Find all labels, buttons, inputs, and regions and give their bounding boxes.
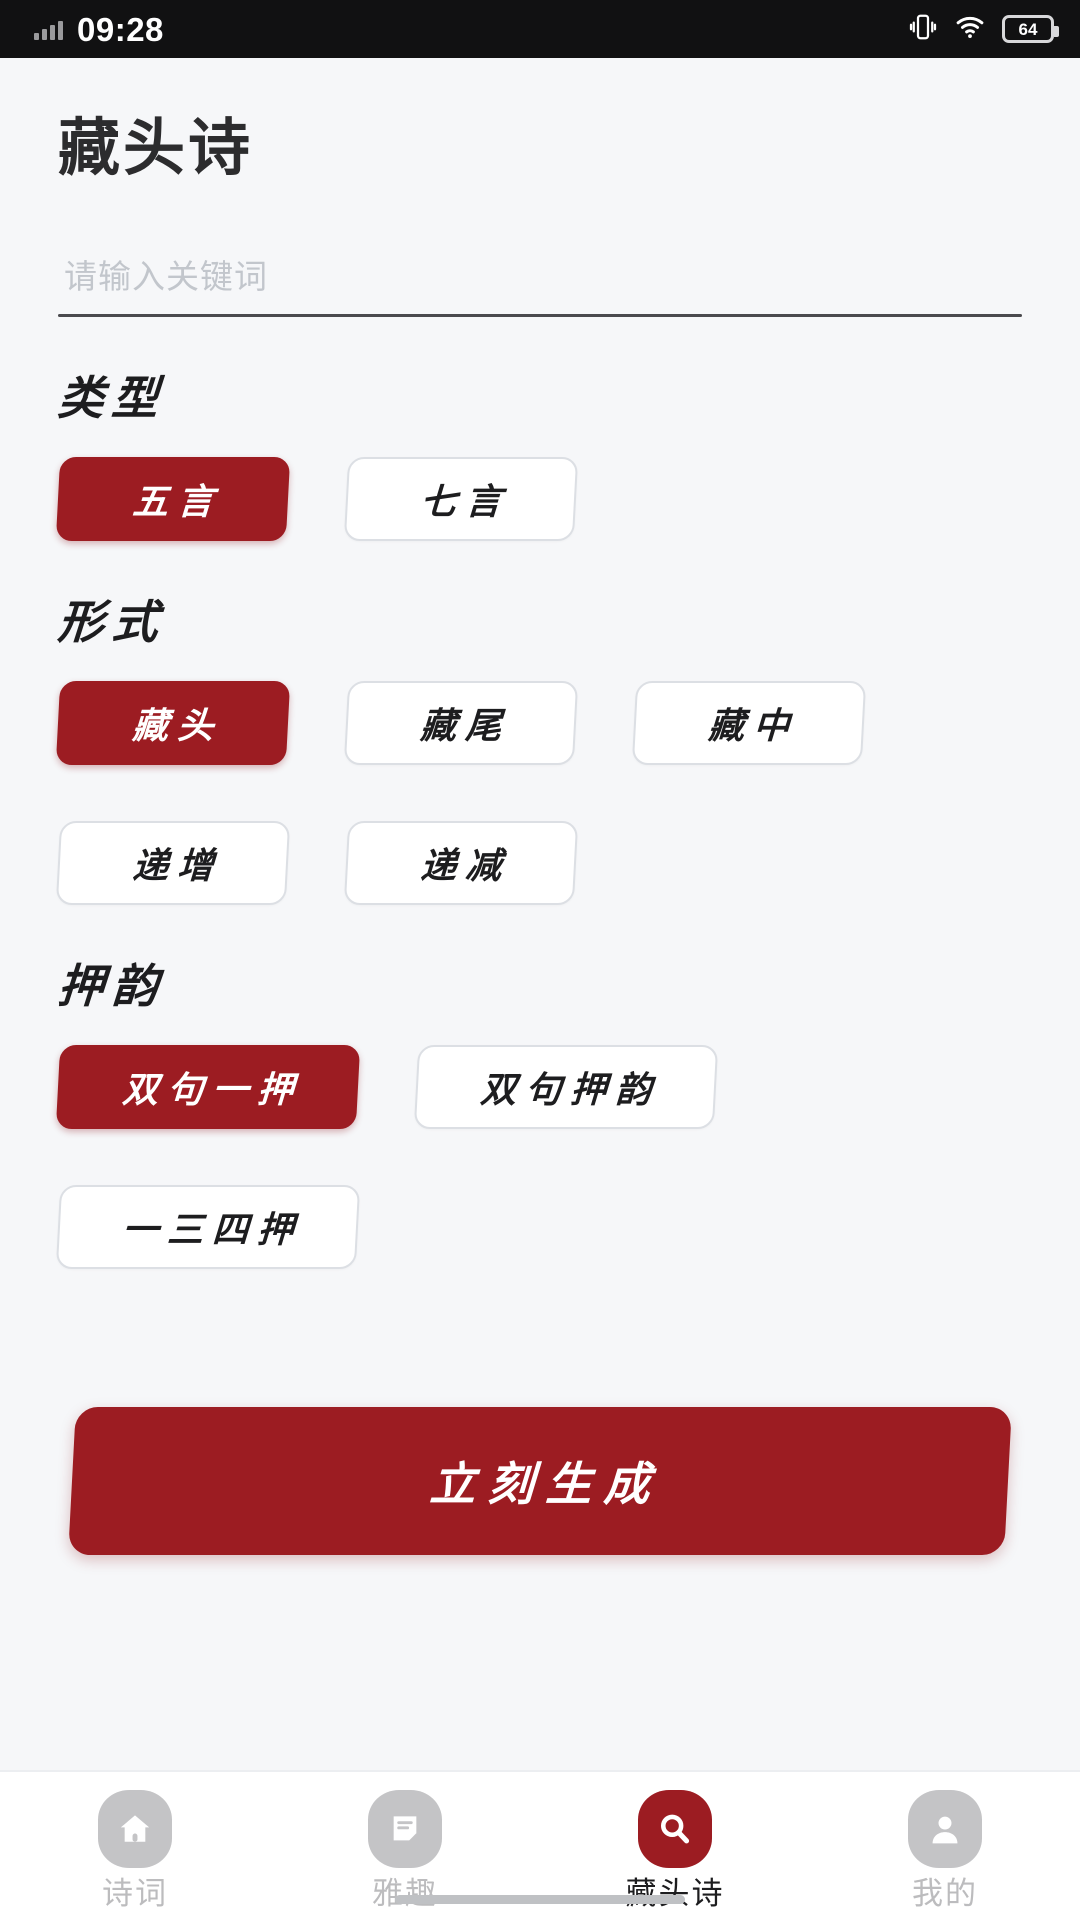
home-indicator <box>395 1895 685 1904</box>
keyword-input[interactable] <box>58 258 1022 315</box>
chip-form-cangtou[interactable]: 藏头 <box>55 681 291 766</box>
tab-shici-label: 诗词 <box>102 1876 168 1911</box>
home-icon <box>98 1790 172 1868</box>
battery-level: 64 <box>1018 19 1038 39</box>
battery-icon: 64 <box>1002 15 1059 43</box>
section-label-type: 类型 <box>56 371 168 426</box>
tab-mine[interactable]: 我的 <box>810 1790 1080 1909</box>
status-bar: 09:28 64 <box>0 0 1080 58</box>
tab-shici[interactable]: 诗词 <box>0 1790 270 1909</box>
chip-form-dizeng[interactable]: 递增 <box>55 821 291 906</box>
status-bar-clock: 09:28 <box>77 10 164 48</box>
chip-row-form: 藏头 藏尾 藏中 递增 递减 <box>55 681 1022 906</box>
status-bar-left: 09:28 <box>34 13 164 46</box>
chip-type-qiyan[interactable]: 七言 <box>343 457 579 542</box>
signal-bars-icon <box>34 18 63 40</box>
tab-yaqu[interactable]: 雅趣 <box>270 1790 540 1909</box>
generate-button-wrapper: 立刻生成 <box>0 1407 1080 1556</box>
chip-form-cangwei[interactable]: 藏尾 <box>343 681 579 766</box>
chip-rhyme-yisansiya[interactable]: 一三四押 <box>55 1185 361 1270</box>
tab-yaqu-icon-wrap <box>368 1790 442 1868</box>
document-icon <box>368 1790 442 1868</box>
tab-shici-icon-wrap <box>98 1790 172 1868</box>
vibrate-icon <box>908 12 938 47</box>
main-content: 藏头诗 类型 五言 七言 形式 藏头 藏尾 藏中 递增 递减 <box>0 58 1080 1770</box>
section-label-rhyme: 押韵 <box>56 959 168 1014</box>
chip-form-cangzhong[interactable]: 藏中 <box>631 681 867 766</box>
tab-cangtoushi-icon-wrap <box>638 1790 712 1868</box>
keyword-field-wrapper <box>58 258 1022 318</box>
chip-row-rhyme: 双句一押 双句押韵 一三四押 <box>55 1045 1022 1270</box>
status-bar-right: 64 <box>908 12 1059 47</box>
chip-rhyme-shuangjuyiya[interactable]: 双句一押 <box>55 1045 361 1130</box>
chip-rhyme-shuangjuyayun[interactable]: 双句押韵 <box>413 1045 719 1130</box>
section-rhyme: 押韵 双句一押 双句押韵 一三四押 <box>0 959 1080 1270</box>
section-label-form: 形式 <box>56 595 168 650</box>
section-form: 形式 藏头 藏尾 藏中 递增 递减 <box>0 595 1080 906</box>
tab-mine-icon-wrap <box>908 1790 982 1868</box>
search-icon <box>638 1790 712 1868</box>
chip-row-type: 五言 七言 <box>55 457 1022 542</box>
tab-cangtoushi-label: 藏头诗 <box>625 1876 725 1911</box>
tab-mine-label: 我的 <box>912 1876 978 1911</box>
wifi-icon <box>954 12 986 47</box>
page-title: 藏头诗 <box>58 114 254 183</box>
keyword-field-underline <box>58 314 1022 318</box>
person-icon <box>908 1790 982 1868</box>
chip-form-dijian[interactable]: 递减 <box>343 821 579 906</box>
chip-type-wuyan[interactable]: 五言 <box>55 457 291 542</box>
tab-cangtoushi[interactable]: 藏头诗 <box>540 1790 810 1909</box>
tab-yaqu-label: 雅趣 <box>372 1876 438 1911</box>
app-screen: 09:28 64 藏头诗 请输入关键词 类型 五言 七言 形式 藏头 藏尾 藏中… <box>0 0 1080 1920</box>
generate-button[interactable]: 立刻生成 <box>68 1407 1012 1556</box>
section-type: 类型 五言 七言 <box>0 371 1080 542</box>
